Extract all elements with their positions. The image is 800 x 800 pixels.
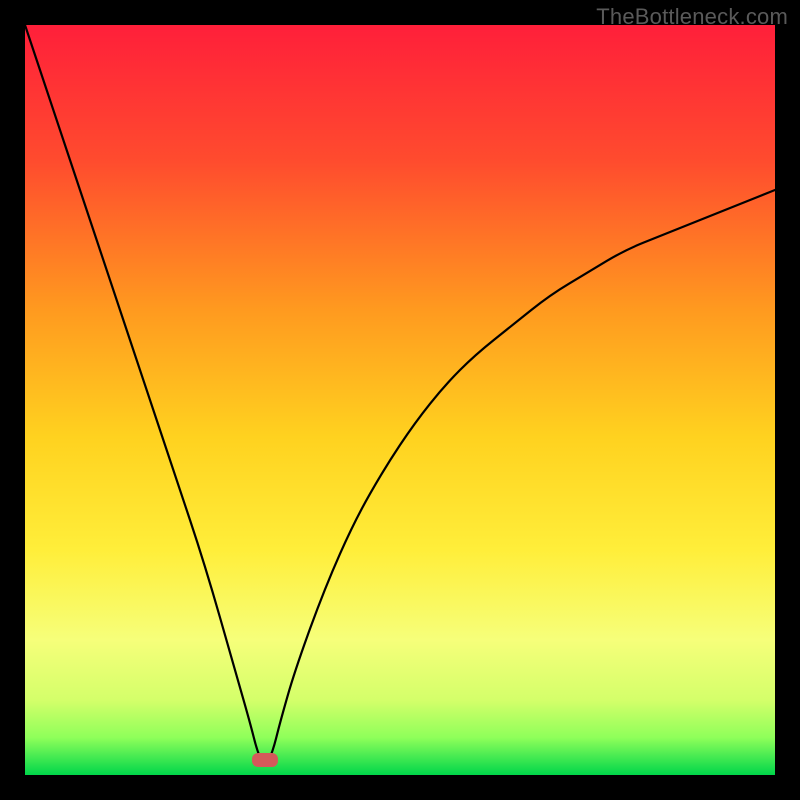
optimal-marker: [252, 753, 278, 767]
gradient-background: [25, 25, 775, 775]
bottleneck-chart: [25, 25, 775, 775]
chart-frame: [25, 25, 775, 775]
watermark-text: TheBottleneck.com: [596, 4, 788, 30]
